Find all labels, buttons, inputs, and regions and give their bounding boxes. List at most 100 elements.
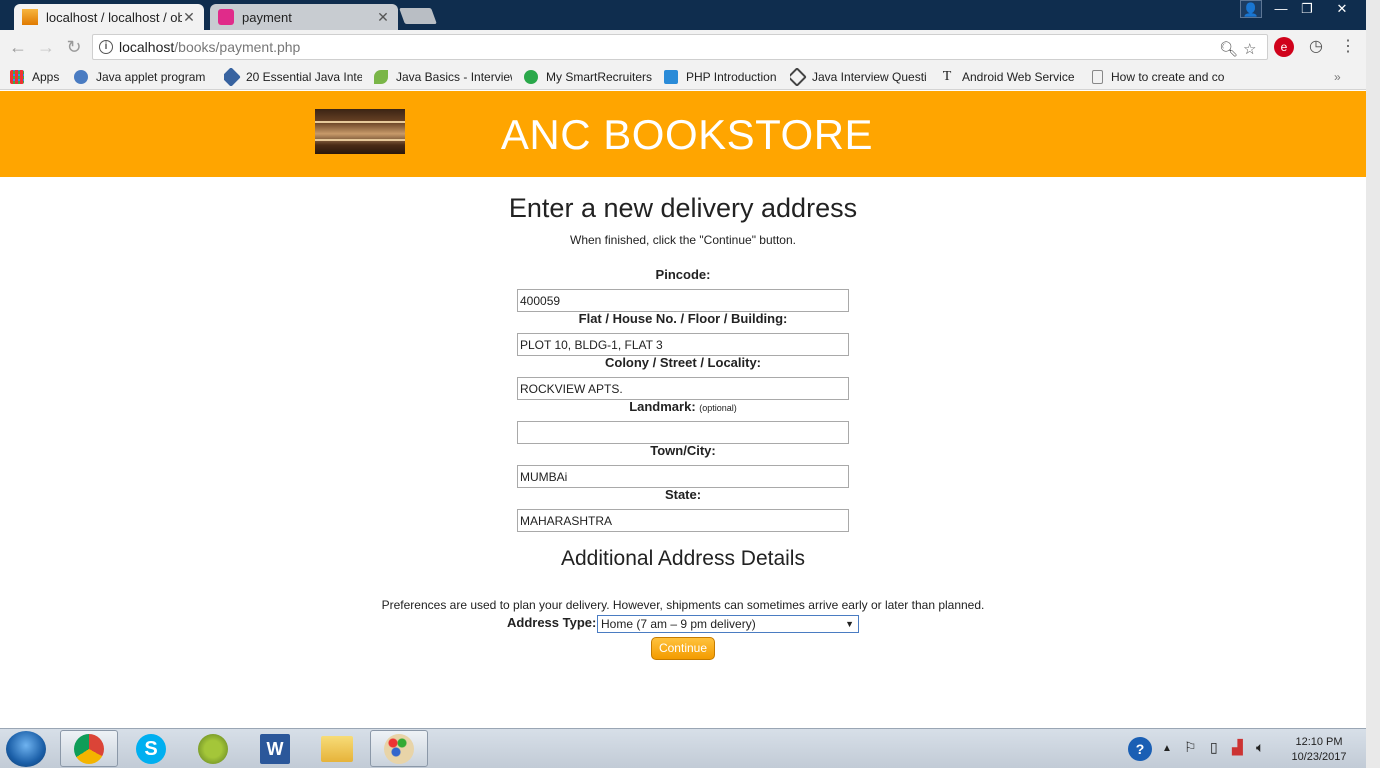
- skype-icon: S: [136, 733, 166, 764]
- site-title: ANC BOOKSTORE: [500, 111, 874, 158]
- taskbar-skype[interactable]: S: [122, 730, 180, 767]
- bookmark-label: My SmartRecruiters: [546, 70, 653, 84]
- taskbar-word[interactable]: W: [246, 730, 304, 767]
- flat-input[interactable]: [517, 333, 849, 356]
- minimize-button[interactable]: —: [1268, 0, 1294, 18]
- pincode-label: Pincode:: [655, 267, 711, 282]
- history-icon[interactable]: ◷: [1306, 37, 1326, 57]
- new-tab-button[interactable]: [399, 8, 437, 24]
- clock-time: 12:10 PM: [1295, 736, 1343, 748]
- globe-icon: [74, 70, 88, 84]
- dropdown-arrow-icon: ▼: [845, 619, 854, 629]
- bookmark-label: 20 Essential Java Inte: [246, 70, 362, 84]
- flat-label: Flat / House No. / Floor / Building:: [578, 311, 788, 326]
- continue-button[interactable]: Continue: [651, 637, 715, 660]
- diamond-icon: [790, 68, 807, 86]
- tab-payment[interactable]: payment ✕: [210, 4, 398, 30]
- info-icon[interactable]: i: [99, 40, 113, 54]
- browser-toolbar: ← → ↻ i localhost/books/payment.php 🔍︎ ☆: [0, 30, 1366, 64]
- action-center-flag-icon[interactable]: ⚐: [1184, 739, 1197, 756]
- tab-title: payment: [242, 9, 292, 25]
- back-arrow-icon[interactable]: ←: [8, 37, 28, 57]
- colony-label: Colony / Street / Locality:: [604, 355, 762, 370]
- paint-palette-icon: [384, 733, 414, 764]
- tab-close-icon[interactable]: ✕: [376, 9, 390, 26]
- page-icon: [1092, 70, 1103, 84]
- city-label: Town/City:: [650, 443, 716, 458]
- clock-date: 10/23/2017: [1291, 751, 1347, 763]
- leaf-icon: [374, 70, 388, 84]
- address-bar[interactable]: i localhost/books/payment.php 🔍︎ ☆: [92, 34, 1268, 60]
- bookmark-how-to-create[interactable]: How to create and co: [1092, 68, 1228, 86]
- url-host: localhost: [119, 39, 175, 55]
- menu-icon[interactable]: ⋮: [1338, 37, 1358, 57]
- folder-icon: [321, 735, 353, 762]
- system-clock[interactable]: 12:10 PM 10/23/2017: [1280, 735, 1358, 765]
- bookmark-label: PHP Introduction: [686, 70, 777, 84]
- optional-note: (optional): [699, 403, 737, 413]
- profile-icon[interactable]: 👤: [1240, 0, 1262, 18]
- state-input[interactable]: [517, 509, 849, 532]
- smartrecruiters-icon: [524, 70, 538, 84]
- bookmark-java-basics[interactable]: Java Basics - Interview: [374, 68, 512, 86]
- bookmark-label: Java Basics - Interview: [396, 70, 512, 84]
- bookmark-android-web-service[interactable]: T Android Web Service: [940, 68, 1078, 86]
- landmark-label: Landmark: (optional): [0, 399, 1366, 414]
- bookmark-apps[interactable]: Apps: [10, 68, 72, 86]
- tab-phpmyadmin[interactable]: localhost / localhost / ob ✕: [14, 4, 204, 30]
- bookmark-java-interview[interactable]: Java Interview Questi: [790, 68, 926, 86]
- wamp-icon: [218, 9, 234, 25]
- pincode-input[interactable]: [517, 289, 849, 312]
- address-type-select[interactable]: Home (7 am – 9 pm delivery) ▼: [597, 615, 859, 633]
- bookmark-label: Java Interview Questi: [812, 70, 926, 84]
- bookmark-label: How to create and co: [1111, 70, 1225, 84]
- city-input[interactable]: [517, 465, 849, 488]
- address-type-value: Home (7 am – 9 pm delivery): [601, 617, 756, 631]
- apps-grid-icon: [10, 70, 24, 84]
- url-path: /books/payment.php: [174, 39, 301, 55]
- bookmark-essential-java[interactable]: 20 Essential Java Inte: [224, 68, 362, 86]
- more-bookmarks-icon[interactable]: »: [1334, 68, 1348, 86]
- instructions-text: When finished, click the "Continue" butt…: [570, 233, 796, 247]
- extension-icon[interactable]: e: [1274, 37, 1294, 57]
- t-letter-icon: T: [942, 69, 952, 84]
- bookmark-java-applet[interactable]: Java applet program: [74, 68, 208, 86]
- volume-icon[interactable]: 🔈︎: [1256, 739, 1264, 756]
- bookmark-star-icon[interactable]: ☆: [1243, 38, 1256, 62]
- landmark-label-text: Landmark:: [629, 399, 696, 414]
- bookmark-label: Java applet program: [96, 70, 206, 84]
- phpmyadmin-icon: [22, 9, 38, 25]
- taskbar-explorer[interactable]: [308, 730, 366, 767]
- bookmark-smartrecruiters[interactable]: My SmartRecruiters: [524, 68, 654, 86]
- toptal-icon: [224, 68, 241, 86]
- page-title: Enter a new delivery address: [508, 193, 858, 223]
- bookmark-label: Android Web Service: [962, 70, 1075, 84]
- address-type-label: Address Type:: [507, 615, 597, 630]
- battery-icon[interactable]: ▯: [1210, 739, 1218, 756]
- zoom-icon[interactable]: 🔍︎: [1219, 38, 1238, 62]
- taskbar-android-studio[interactable]: [184, 730, 242, 767]
- close-window-button[interactable]: ✕: [1320, 0, 1364, 18]
- start-button-icon[interactable]: [6, 731, 46, 767]
- show-hidden-icons-icon[interactable]: ▲: [1162, 743, 1172, 754]
- reload-icon[interactable]: ↻: [64, 37, 84, 57]
- network-icon[interactable]: ▟: [1232, 739, 1243, 756]
- help-icon[interactable]: ?: [1128, 737, 1152, 761]
- additional-details-heading: Additional Address Details: [561, 547, 805, 570]
- url-text: localhost/books/payment.php: [119, 35, 300, 59]
- restore-button[interactable]: ❐: [1294, 0, 1320, 18]
- w3schools-icon: [664, 70, 678, 84]
- bookmark-php-introduction[interactable]: PHP Introduction: [664, 68, 782, 86]
- taskbar-chrome[interactable]: [60, 730, 118, 767]
- windows-taskbar: S W ? ▲ ⚐ ▯ ▟ 🔈︎ 12:10 PM 10/23/2017: [0, 728, 1366, 768]
- site-header: ANC BOOKSTORE: [0, 91, 1366, 177]
- forward-arrow-icon[interactable]: →: [36, 37, 56, 57]
- landmark-input[interactable]: [517, 421, 849, 444]
- taskbar-paint[interactable]: [370, 730, 428, 767]
- screen-edge: [1366, 0, 1380, 768]
- browser-titlebar: localhost / localhost / ob ✕ payment ✕ 👤…: [0, 0, 1366, 30]
- chrome-icon: [74, 733, 104, 764]
- state-label: State:: [664, 487, 702, 502]
- colony-input[interactable]: [517, 377, 849, 400]
- tab-close-icon[interactable]: ✕: [182, 9, 196, 26]
